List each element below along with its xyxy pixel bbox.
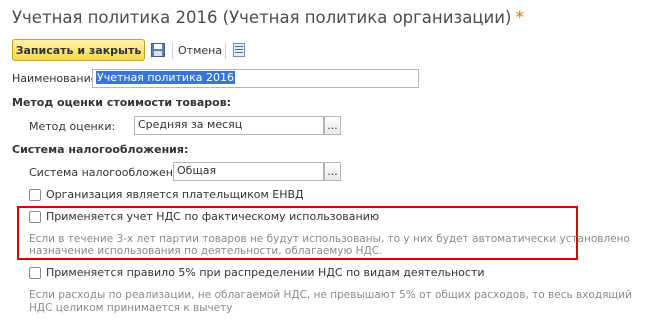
toolbar-separator [225, 43, 226, 59]
window-title-text: Учетная политика 2016 (Учетная политика … [12, 8, 512, 27]
envd-checkbox[interactable] [29, 189, 41, 201]
tax-system-label: Система налогообложения: [29, 166, 191, 179]
floppy-disk-icon[interactable] [151, 43, 165, 57]
tax-system-select-button[interactable]: ... [324, 162, 341, 181]
vat-actual-use-hint-line-2: назначение использования по деятельности… [29, 245, 383, 257]
tax-system-field[interactable]: Общая [173, 162, 324, 181]
list-icon[interactable] [233, 43, 245, 57]
vat-actual-use-checkbox[interactable] [29, 211, 41, 223]
name-input[interactable]: Учетная политика 2016 [92, 69, 419, 88]
tax-section-heading: Система налогообложения: [12, 143, 189, 156]
envd-label[interactable]: Организация является плательщиком ЕНВД [46, 188, 304, 201]
window-title: Учетная политика 2016 (Учетная политика … [12, 8, 524, 28]
save-and-close-button[interactable]: Записать и закрыть [12, 39, 145, 61]
rule-5-percent-hint-line-1: Если расходы по реализации, не облагаемо… [29, 289, 632, 301]
name-label: Наименование: [12, 72, 102, 85]
name-value: Учетная политика 2016 [96, 71, 235, 84]
valuation-method-label: Метод оценки: [29, 120, 116, 133]
valuation-method-field[interactable]: Средняя за месяц [134, 116, 324, 135]
modified-marker: * [515, 8, 524, 28]
rule-5-percent-hint-line-2: НДС целиком принимается к вычету [29, 302, 233, 314]
vat-actual-use-label[interactable]: Применяется учет НДС по фактическому исп… [46, 210, 379, 223]
toolbar-separator [172, 43, 173, 59]
rule-5-percent-label[interactable]: Применяется правило 5% при распределении… [46, 266, 485, 279]
rule-5-percent-checkbox[interactable] [29, 267, 41, 279]
valuation-method-select-button[interactable]: ... [324, 116, 341, 135]
cancel-button[interactable]: Отмена [178, 44, 222, 57]
valuation-section-heading: Метод оценки стоимости товаров: [12, 96, 232, 109]
